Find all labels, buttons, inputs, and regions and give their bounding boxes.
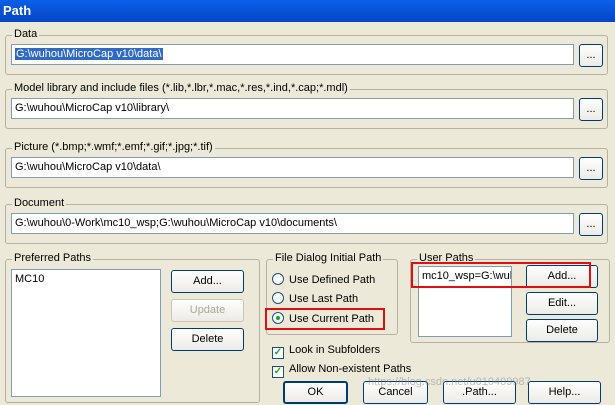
checkbox-look-in-subfolders[interactable]: ✓ Look in Subfolders bbox=[272, 342, 381, 359]
user-paths-edit-button[interactable]: Edit... bbox=[526, 292, 598, 315]
radio-use-defined-path[interactable]: Use Defined Path bbox=[272, 272, 375, 288]
model-browse-button[interactable]: ... bbox=[579, 98, 603, 121]
model-path-input[interactable]: G:\wuhou\MicroCap v10\library\ bbox=[11, 98, 574, 119]
list-item[interactable]: MC10 bbox=[15, 272, 157, 286]
preferred-paths-list[interactable]: MC10 bbox=[11, 269, 161, 397]
preferred-add-button[interactable]: Add... bbox=[171, 270, 244, 293]
data-browse-button[interactable]: ... bbox=[579, 44, 603, 67]
preferred-update-button[interactable]: Update bbox=[171, 299, 244, 322]
highlight-box-user-paths bbox=[411, 262, 591, 288]
document-browse-button[interactable]: ... bbox=[579, 213, 603, 236]
document-path-input[interactable]: G:\wuhou\0-Work\mc10_wsp;G:\wuhou\MicroC… bbox=[11, 213, 574, 234]
file-dialog-label: File Dialog Initial Path bbox=[273, 252, 384, 265]
radio-label: Use Defined Path bbox=[289, 274, 376, 286]
radio-button-icon bbox=[272, 273, 284, 285]
model-group-label: Model library and include files (*.lib,*… bbox=[12, 82, 350, 95]
checkbox-label: Allow Non-existent Paths bbox=[289, 363, 412, 375]
preferred-paths-label: Preferred Paths bbox=[12, 252, 94, 265]
checkmark-icon: ✓ bbox=[272, 366, 284, 378]
picture-path-input[interactable]: G:\wuhou\MicroCap v10\data\ bbox=[11, 157, 574, 178]
preferred-delete-button[interactable]: Delete bbox=[171, 328, 244, 351]
picture-browse-button[interactable]: ... bbox=[579, 157, 603, 180]
radio-button-icon bbox=[272, 292, 284, 304]
picture-group-label: Picture (*.bmp;*.wmf;*.emf;*.gif;*.jpg;*… bbox=[12, 141, 215, 154]
ok-button[interactable]: OK bbox=[283, 381, 348, 404]
radio-label: Use Last Path bbox=[289, 293, 359, 305]
data-group-label: Data bbox=[12, 28, 40, 41]
title-bar: Path bbox=[0, 0, 615, 22]
data-path-value: G:\wuhou\MicroCap v10\data\ bbox=[15, 48, 163, 60]
highlight-box-current-path bbox=[265, 308, 385, 330]
checkbox-allow-non-existent[interactable]: ✓ Allow Non-existent Paths bbox=[272, 361, 412, 378]
document-group-label: Document bbox=[12, 197, 67, 210]
help-button[interactable]: Help... bbox=[528, 381, 601, 404]
watermark-text: https://blog.csdn.net/u010409987 bbox=[368, 376, 531, 388]
checkbox-label: Look in Subfolders bbox=[289, 344, 381, 356]
window-title: Path bbox=[3, 3, 32, 18]
data-path-input[interactable]: G:\wuhou\MicroCap v10\data\ bbox=[11, 44, 574, 65]
radio-use-last-path[interactable]: Use Last Path bbox=[272, 291, 358, 307]
checkmark-icon: ✓ bbox=[272, 347, 284, 359]
user-paths-delete-button[interactable]: Delete bbox=[526, 319, 598, 342]
